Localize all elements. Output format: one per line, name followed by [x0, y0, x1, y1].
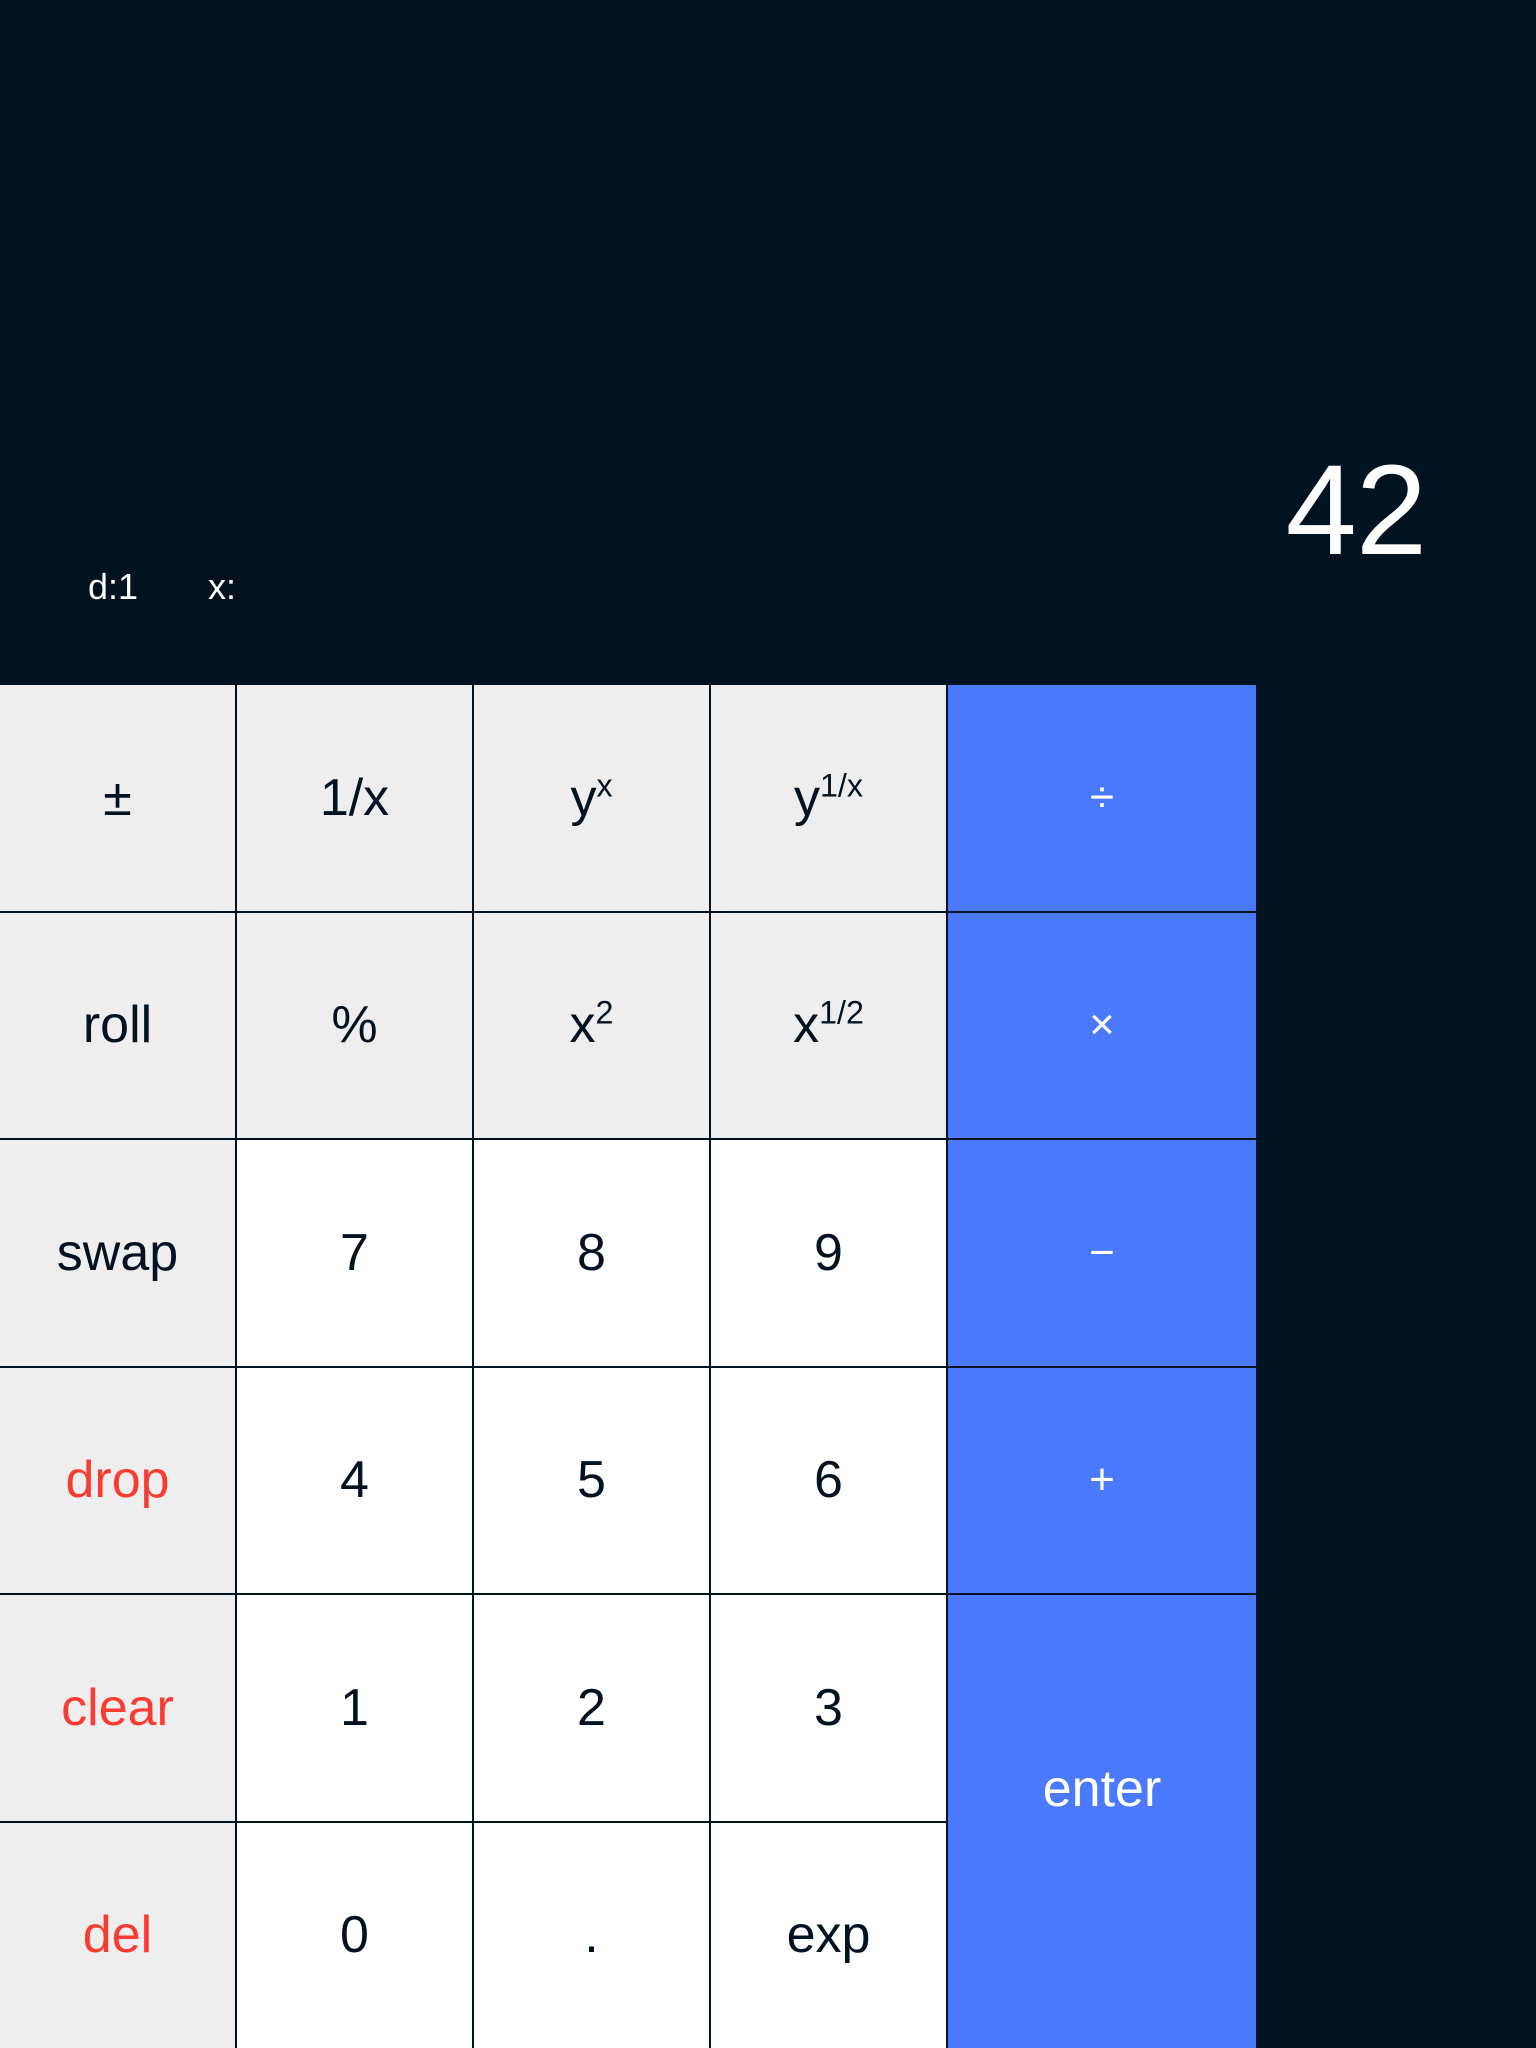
- key-y-pow-x[interactable]: yx: [474, 685, 709, 911]
- key-label-divide: ÷: [1089, 772, 1115, 822]
- key-multiply[interactable]: ×: [948, 912, 1256, 1138]
- stack-depth-label: d:1: [88, 566, 139, 607]
- stack-x-label: x:: [208, 566, 237, 607]
- key-drop[interactable]: drop: [0, 1367, 235, 1593]
- key-label-swap: swap: [56, 1223, 179, 1282]
- key-label-digit-3: 3: [814, 1678, 843, 1737]
- key-enter[interactable]: enter: [948, 1595, 1256, 2048]
- key-label-digit-7: 7: [340, 1223, 369, 1282]
- key-label-enter: enter: [1042, 1760, 1162, 1818]
- key-subtract[interactable]: −: [948, 1140, 1256, 1366]
- key-label-digit-4: 4: [340, 1451, 369, 1510]
- key-label-roll: roll: [82, 996, 153, 1055]
- key-exponent-x-squared: 2: [595, 994, 614, 1031]
- key-del[interactable]: del: [0, 1822, 235, 2048]
- key-label-x-sqrt: x1/2: [793, 994, 864, 1055]
- key-label-exp: exp: [786, 1906, 871, 1965]
- key-x-squared[interactable]: x2: [474, 912, 709, 1138]
- key-label-del: del: [82, 1906, 153, 1965]
- key-reciprocal[interactable]: 1/x: [237, 685, 472, 911]
- key-label-digit-0: 0: [340, 1906, 369, 1965]
- key-label-drop: drop: [65, 1451, 170, 1510]
- key-label-decimal: .: [584, 1906, 599, 1965]
- key-digit-0[interactable]: 0: [237, 1822, 472, 2048]
- key-exponent-y-root-x: 1/x: [819, 767, 863, 804]
- key-label-digit-5: 5: [577, 1451, 606, 1510]
- key-label-digit-1: 1: [340, 1678, 369, 1737]
- key-label-y-pow-x: yx: [570, 767, 613, 827]
- stack-status-row: d:1 x:: [0, 569, 1536, 605]
- key-digit-3[interactable]: 3: [711, 1595, 946, 1821]
- key-label-digit-9: 9: [814, 1223, 843, 1282]
- calculator-app: 42 d:1 x: ±1/x yx y1/x ÷ roll% x2 x1/2 × swap 7 8 9…: [0, 0, 1536, 2048]
- key-clear[interactable]: clear: [0, 1595, 235, 1821]
- key-label-clear: clear: [61, 1678, 174, 1737]
- key-digit-2[interactable]: 2: [474, 1595, 709, 1821]
- key-label-multiply: ×: [1089, 1000, 1115, 1050]
- key-decimal[interactable]: .: [474, 1822, 709, 2048]
- key-digit-9[interactable]: 9: [711, 1140, 946, 1366]
- key-label-add: +: [1089, 1455, 1115, 1505]
- display-value: 42: [1285, 439, 1427, 582]
- key-label-digit-2: 2: [577, 1678, 606, 1737]
- key-exp[interactable]: exp: [711, 1822, 946, 2048]
- key-exponent-y-pow-x: x: [596, 767, 613, 804]
- calculator-display: 42 d:1 x:: [0, 0, 1536, 683]
- key-digit-7[interactable]: 7: [237, 1140, 472, 1366]
- key-label-digit-8: 8: [577, 1223, 606, 1282]
- key-label-reciprocal: 1/x: [319, 768, 390, 827]
- key-label-x-squared: x2: [569, 994, 614, 1055]
- key-swap[interactable]: swap: [0, 1140, 235, 1366]
- key-plus-minus[interactable]: ±: [0, 685, 235, 911]
- calculator-keypad: ±1/x yx y1/x ÷ roll% x2 x1/2 × swap 7 8 9− drop 4 5 6 + c…: [0, 683, 1536, 2048]
- key-x-sqrt[interactable]: x1/2: [711, 912, 946, 1138]
- key-add[interactable]: +: [948, 1367, 1256, 1593]
- key-digit-6[interactable]: 6: [711, 1367, 946, 1593]
- key-roll[interactable]: roll: [0, 912, 235, 1138]
- key-label-plus-minus: ±: [103, 768, 132, 827]
- key-label-percent: %: [331, 996, 378, 1055]
- key-exponent-x-sqrt: 1/2: [819, 994, 864, 1031]
- key-label-y-root-x: y1/x: [793, 767, 863, 827]
- key-digit-1[interactable]: 1: [237, 1595, 472, 1821]
- key-label-subtract: −: [1089, 1227, 1115, 1277]
- key-digit-5[interactable]: 5: [474, 1367, 709, 1593]
- key-label-digit-6: 6: [814, 1451, 843, 1510]
- key-digit-4[interactable]: 4: [237, 1367, 472, 1593]
- key-digit-8[interactable]: 8: [474, 1140, 709, 1366]
- key-y-root-x[interactable]: y1/x: [711, 685, 946, 911]
- key-divide[interactable]: ÷: [948, 685, 1256, 911]
- key-percent[interactable]: %: [237, 912, 472, 1138]
